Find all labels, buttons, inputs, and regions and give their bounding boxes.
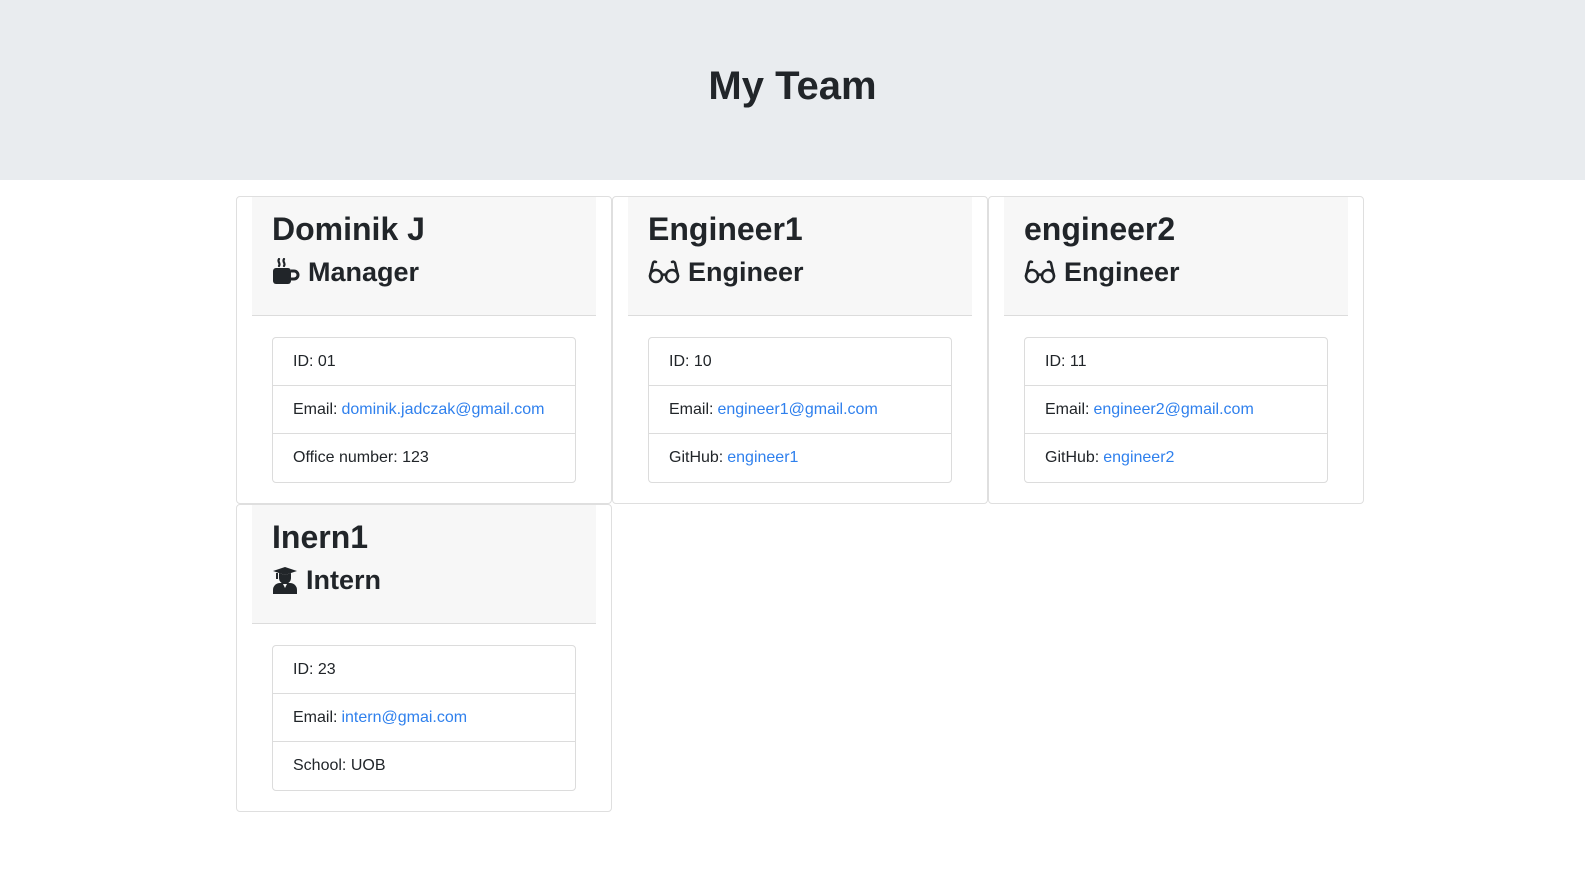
role-label: Engineer: [688, 257, 804, 287]
github-label: GitHub:: [1045, 449, 1100, 466]
id-text: ID: 11: [1045, 352, 1087, 370]
employee-details-list: ID: 23 Email: intern@gmai.com School: UO…: [272, 645, 576, 791]
role-label: Manager: [308, 257, 420, 287]
office-number-text: Office number: 123: [293, 449, 429, 466]
github-link[interactable]: engineer2: [1103, 449, 1174, 467]
employee-id: ID: 11: [1025, 338, 1327, 386]
employee-role: Engineer: [1024, 255, 1328, 289]
card-header: Dominik J Manager: [252, 197, 596, 316]
employee-role: Engineer: [648, 255, 952, 289]
employee-id: ID: 10: [649, 338, 951, 386]
role-label: Engineer: [1064, 257, 1180, 287]
employee-card-manager: Dominik J Manager ID: 01 Email: dominik.…: [236, 196, 612, 504]
id-text: ID: 01: [293, 352, 336, 370]
header-banner: My Team: [0, 0, 1585, 180]
email-label: Email:: [669, 400, 714, 418]
school-text: School: UOB: [293, 757, 386, 774]
employee-name: Engineer1: [648, 211, 803, 247]
graduate-icon: [272, 566, 298, 594]
employee-role: Intern: [272, 563, 576, 597]
employee-name: Inern1: [272, 519, 369, 555]
email-link[interactable]: intern@gmai.com: [341, 709, 467, 727]
employee-school: School: UOB: [273, 742, 575, 790]
employee-office-number: Office number: 123: [273, 434, 575, 482]
employee-github: GitHub: engineer2: [1025, 434, 1327, 482]
card-header: Engineer1 Engineer: [628, 197, 972, 316]
email-label: Email:: [293, 400, 338, 418]
coffee-icon: [272, 258, 300, 286]
page-title: My Team: [708, 63, 877, 108]
email-label: Email:: [1045, 400, 1090, 418]
employee-name: Dominik J: [272, 211, 425, 247]
employee-id: ID: 23: [273, 646, 575, 694]
employee-card-engineer: Engineer1 Engineer ID: 10 Email: enginee…: [612, 196, 988, 504]
card-header: engineer2 Engineer: [1004, 197, 1348, 316]
employee-details-list: ID: 10 Email: engineer1@gmail.com GitHub…: [648, 337, 952, 483]
employee-email: Email: engineer1@gmail.com: [649, 386, 951, 434]
employee-email: Email: engineer2@gmail.com: [1025, 386, 1327, 434]
employee-card-intern: Inern1 Intern ID: 23 Email: intern@gmai.…: [236, 504, 612, 812]
employee-id: ID: 01: [273, 338, 575, 386]
employee-email: Email: dominik.jadczak@gmail.com: [273, 386, 575, 434]
employee-details-list: ID: 11 Email: engineer2@gmail.com GitHub…: [1024, 337, 1328, 483]
role-label: Intern: [306, 565, 382, 595]
id-text: ID: 10: [669, 352, 712, 370]
card-header: Inern1 Intern: [252, 505, 596, 624]
email-link[interactable]: engineer2@gmail.com: [1093, 401, 1253, 419]
email-link[interactable]: engineer1@gmail.com: [717, 401, 877, 419]
glasses-icon: [1024, 259, 1056, 285]
email-label: Email:: [293, 708, 338, 726]
github-label: GitHub:: [669, 449, 724, 466]
id-text: ID: 23: [293, 660, 336, 678]
employee-role: Manager: [272, 255, 576, 289]
email-link[interactable]: dominik.jadczak@gmail.com: [341, 401, 544, 419]
employee-email: Email: intern@gmai.com: [273, 694, 575, 742]
github-link[interactable]: engineer1: [727, 449, 798, 467]
team-grid: Dominik J Manager ID: 01 Email: dominik.…: [236, 196, 1364, 812]
employee-name: engineer2: [1024, 211, 1176, 247]
employee-details-list: ID: 01 Email: dominik.jadczak@gmail.com …: [272, 337, 576, 483]
glasses-icon: [648, 259, 680, 285]
employee-github: GitHub: engineer1: [649, 434, 951, 482]
employee-card-engineer: engineer2 Engineer ID: 11 Email: enginee…: [988, 196, 1364, 504]
